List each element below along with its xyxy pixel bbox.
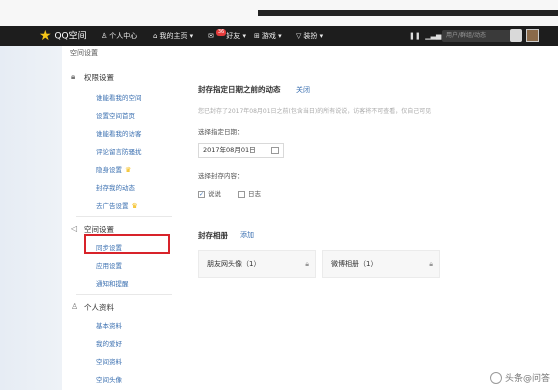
- checkbox-unchecked-icon: [238, 190, 245, 198]
- shuoshuo-label: 说说: [208, 190, 221, 198]
- settings-sidebar: 🔒︎ 权限设置 谁能看我的空间 设置空间首页 谁能看我的访客 评论留言防骚扰 隐…: [62, 58, 172, 390]
- sidebar-section-permissions: 🔒︎ 权限设置: [71, 72, 114, 83]
- albums-title: 封存相册: [198, 231, 228, 240]
- nav-status-icons: ❚❚ ▁▃▅: [409, 26, 441, 46]
- lock-icon: 🔒︎: [71, 72, 76, 81]
- sidebar-section-label: 个人资料: [84, 303, 114, 312]
- add-album-link[interactable]: 添加: [240, 230, 254, 240]
- logo-text: QQ空间: [54, 31, 87, 42]
- watermark-text: 头条@问答: [504, 373, 550, 384]
- archive-description: 您已封存了2017年08月01日之前(包含当日)的所有说说，访客将不可查看，仅自…: [198, 108, 432, 115]
- date-value: 2017年08月01日: [203, 146, 256, 154]
- lock-icon: 🔒︎: [305, 260, 309, 268]
- sidebar-item-space-avatar[interactable]: 空间头像: [96, 374, 122, 384]
- shirt-icon: ▽: [296, 32, 302, 40]
- nav-friends[interactable]: ✉ 36 好友 ▾: [208, 26, 246, 46]
- sidebar-item-remove-ads[interactable]: 去广告设置 ♛: [96, 200, 138, 210]
- sidebar-item-visitors[interactable]: 谁能看我的访客: [96, 128, 142, 138]
- vip-crown-icon: ♛: [131, 202, 138, 210]
- profile-icon: ♙: [71, 302, 79, 311]
- search-icon[interactable]: [510, 29, 522, 42]
- divider: [76, 294, 172, 295]
- album-item[interactable]: 朋友网头像（1） 🔒︎: [198, 250, 316, 278]
- sidebar-item-space-info[interactable]: 空间资料: [96, 356, 122, 366]
- diary-label: 日志: [248, 190, 261, 198]
- archive-title: 封存指定日期之前的动态: [198, 85, 281, 94]
- content-label: 选择封存内容：: [198, 172, 244, 180]
- left-background-band: [0, 46, 62, 390]
- divider: [76, 216, 172, 217]
- top-nav-bar: ★ QQ空间 ♙ 个人中心 ⌂ 我的主页 ▾ ✉ 36 好友 ▾ ⊞ 游戏 ▾ ▽ 装扮 ▾…: [0, 26, 558, 46]
- sidebar-item-invisible[interactable]: 隐身设置 ♛: [96, 164, 131, 174]
- sidebar-item-notifications[interactable]: 通知和提醒: [96, 278, 129, 288]
- sidebar-item-basic-info[interactable]: 基本资料: [96, 320, 122, 330]
- calendar-icon[interactable]: [271, 147, 279, 154]
- sidebar-item-sync[interactable]: 同步设置: [96, 242, 122, 252]
- home-icon: ⌂: [153, 32, 158, 40]
- sidebar-section-label: 空间设置: [84, 225, 114, 234]
- vip-crown-icon: ♛: [125, 166, 132, 174]
- album-item[interactable]: 微博相册（1） 🔒︎: [322, 250, 440, 278]
- nav-my-home[interactable]: ⌂ 我的主页 ▾: [153, 26, 193, 46]
- album-name: 朋友网头像（1）: [207, 260, 261, 268]
- sidebar-item-anti-harassment[interactable]: 评论留言防骚扰: [96, 146, 142, 156]
- date-picker-input[interactable]: 2017年08月01日: [198, 143, 284, 158]
- checkbox-checked-icon: ✓: [198, 190, 205, 198]
- pause-icon[interactable]: ❚❚: [409, 32, 421, 40]
- sidebar-item-apps[interactable]: 应用设置: [96, 260, 122, 270]
- browser-top-strip: [0, 0, 558, 26]
- sidebar-item-hobbies[interactable]: 我的爱好: [96, 338, 122, 348]
- games-icon: ⊞: [254, 32, 260, 40]
- settings-card: 空间设置 🔒︎ 权限设置 谁能看我的空间 设置空间首页 谁能看我的访客 评论留言…: [62, 46, 558, 390]
- sidebar-section-label: 权限设置: [84, 73, 114, 82]
- avatar[interactable]: [526, 29, 539, 42]
- nav-personal-center[interactable]: ♙ 个人中心: [101, 26, 137, 46]
- sidebar-section-space: ◁ 空间设置: [71, 224, 114, 235]
- diary-checkbox[interactable]: 日志: [238, 188, 261, 198]
- sidebar-item-who-can-see-space[interactable]: 谁能看我的空间: [96, 92, 142, 102]
- browser-bar: [258, 10, 558, 16]
- sidebar-item-label: 隐身设置: [96, 166, 122, 174]
- sidebar-item-label: 去广告设置: [96, 202, 129, 210]
- nav-personal-center-label: 个人中心: [109, 32, 138, 40]
- signal-icon[interactable]: ▁▃▅: [425, 32, 441, 40]
- nav-my-home-label: 我的主页: [159, 32, 188, 40]
- watermark: 头条@问答: [489, 371, 550, 384]
- sidebar-item-homepage[interactable]: 设置空间首页: [96, 110, 135, 120]
- chevron-down-icon: ▾: [275, 32, 282, 40]
- lock-icon: 🔒︎: [429, 260, 433, 268]
- space-icon: ◁: [71, 224, 78, 233]
- nav-friends-label: 好友: [226, 32, 241, 40]
- chevron-down-icon: ▾: [240, 32, 246, 40]
- chevron-down-icon: ▾: [187, 32, 194, 40]
- sidebar-section-profile: ♙ 个人资料: [71, 302, 114, 313]
- chevron-down-icon: ▾: [317, 32, 324, 40]
- sidebar-item-archive-feeds[interactable]: 封存我的动态: [96, 182, 135, 192]
- friends-icon: ✉: [208, 32, 214, 40]
- settings-main: 封存指定日期之前的动态 关闭 您已封存了2017年08月01日之前(包含当日)的…: [190, 46, 558, 390]
- person-icon: ♙: [101, 32, 108, 40]
- nav-decoration[interactable]: ▽ 装扮 ▾: [296, 26, 323, 46]
- nav-decoration-label: 装扮: [303, 32, 318, 40]
- qzone-logo[interactable]: ★ QQ空间: [39, 28, 87, 44]
- friends-badge: 36: [215, 29, 227, 36]
- date-label: 选择指定日期：: [198, 128, 244, 136]
- nav-games-label: 游戏: [261, 32, 276, 40]
- nav-games[interactable]: ⊞ 游戏 ▾: [254, 26, 282, 46]
- shuoshuo-checkbox[interactable]: ✓ 说说: [198, 188, 221, 198]
- album-name: 微博相册（1）: [331, 260, 378, 268]
- toutiao-logo-icon: [489, 372, 502, 384]
- star-logo-icon: ★: [39, 28, 52, 44]
- page-title: 空间设置: [70, 49, 98, 57]
- close-link[interactable]: 关闭: [296, 85, 310, 95]
